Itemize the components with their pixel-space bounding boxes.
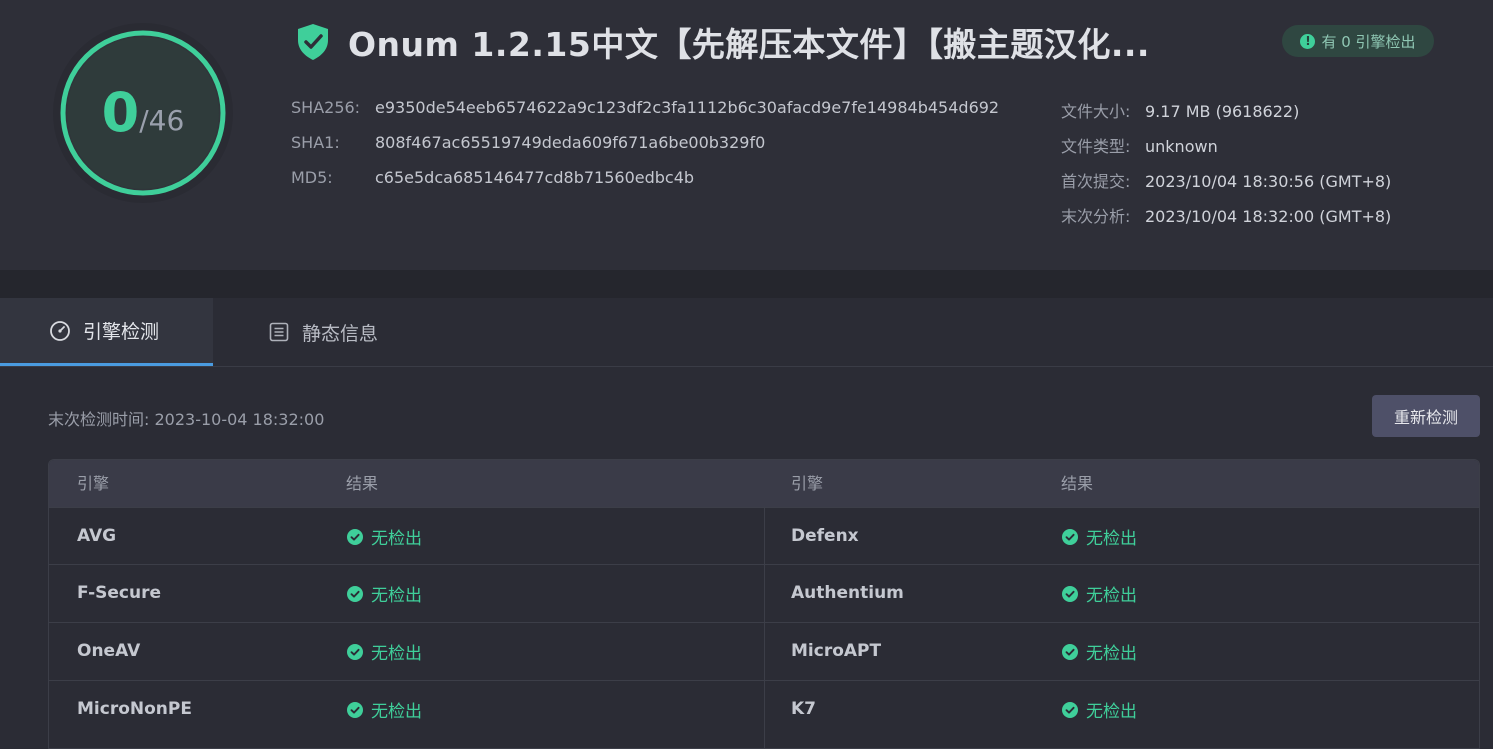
result-label: 无检出 — [1086, 644, 1137, 664]
detection-badge: ! 有 0 引擎检出 — [1282, 25, 1434, 57]
check-circle-icon — [1062, 643, 1078, 660]
last-analysis-row: 末次分析: 2023/10/04 18:32:00 (GMT+8) — [1061, 203, 1391, 227]
title-row: Onum 1.2.15中文【先解压本文件】【搬主题汉化... — [296, 22, 1150, 64]
shield-check-icon — [298, 24, 328, 60]
info-label: 文件大小: — [1061, 102, 1131, 121]
tab-engine-detection[interactable]: 引擎检测 — [0, 298, 213, 366]
check-circle-icon — [347, 643, 363, 660]
tab-bar: 引擎检测 静态信息 — [0, 298, 1493, 367]
engine-result: 无检出 — [1062, 508, 1137, 565]
md5-row: MD5: c65e5dca685146477cd8b71560edbc4b — [291, 168, 694, 187]
hash-value[interactable]: 808f467ac65519749deda609f671a6be00b329f0 — [375, 133, 765, 152]
gauge-icon — [49, 320, 71, 342]
table-header: 引擎 结果 引擎 结果 — [49, 460, 1479, 507]
info-label: 末次分析: — [1061, 207, 1131, 226]
rescan-button[interactable]: 重新检测 — [1372, 395, 1480, 437]
engine-result: 无检出 — [347, 623, 422, 680]
engine-total: /46 — [139, 103, 185, 137]
engine-name: F-Secure — [77, 583, 162, 603]
first-submit-row: 首次提交: 2023/10/04 18:30:56 (GMT+8) — [1061, 168, 1391, 192]
hash-label: SHA256: — [291, 98, 361, 117]
tab-label: 静态信息 — [302, 322, 379, 345]
engine-name: AVG — [77, 526, 117, 546]
file-name-title: Onum 1.2.15中文【先解压本文件】【搬主题汉化... — [348, 25, 1150, 64]
check-circle-icon — [1062, 585, 1078, 602]
engine-name: MicroAPT — [791, 641, 882, 661]
check-circle-icon — [347, 701, 363, 718]
hash-label: SHA1: — [291, 133, 340, 152]
engine-result: 无检出 — [347, 508, 422, 565]
engine-results-table: 引擎 结果 引擎 结果 AVG 无检出 Defenx 无检出 F-Secure … — [48, 459, 1480, 749]
hash-label: MD5: — [291, 168, 333, 187]
info-value: 2023/10/04 18:30:56 (GMT+8) — [1145, 172, 1392, 191]
engine-name: MicroNonPE — [77, 699, 192, 719]
result-label: 无检出 — [371, 702, 422, 722]
column-header-engine: 引擎 — [77, 474, 110, 493]
tab-static-info[interactable]: 静态信息 — [268, 298, 378, 366]
result-label: 无检出 — [1086, 529, 1137, 549]
hash-value[interactable]: e9350de54eeb6574622a9c123df2c3fa1112b6c3… — [375, 98, 999, 117]
result-label: 无检出 — [371, 586, 422, 606]
section-divider — [0, 270, 1493, 298]
engine-result: 无检出 — [1062, 565, 1137, 622]
detection-score-ring: 0 /46 — [50, 20, 236, 206]
result-label: 无检出 — [1086, 586, 1137, 606]
detection-badge-label: 有 0 引擎检出 — [1321, 32, 1416, 51]
detected-count: 0 — [101, 81, 140, 144]
result-label: 无检出 — [1086, 702, 1137, 722]
engine-result: 无检出 — [1062, 681, 1137, 738]
info-value: 9.17 MB (9618622) — [1145, 102, 1300, 121]
check-circle-icon — [347, 585, 363, 602]
info-label: 首次提交: — [1061, 172, 1131, 191]
info-value: 2023/10/04 18:32:00 (GMT+8) — [1145, 207, 1392, 226]
document-list-icon — [268, 321, 290, 343]
engine-result: 无检出 — [347, 681, 422, 738]
sha256-row: SHA256: e9350de54eeb6574622a9c123df2c3fa1… — [291, 98, 999, 117]
check-circle-icon — [347, 528, 363, 545]
column-header-result: 结果 — [346, 474, 379, 493]
last-scan-time: 末次检测时间: 2023-10-04 18:32:00 — [48, 410, 325, 429]
engine-name: OneAV — [77, 641, 141, 661]
check-circle-icon — [1062, 701, 1078, 718]
engine-name: Defenx — [791, 526, 859, 546]
exclamation-icon: ! — [1300, 33, 1316, 49]
check-circle-icon — [1062, 528, 1078, 545]
info-value: unknown — [1145, 137, 1218, 156]
column-divider — [764, 507, 765, 748]
engine-name: Authentium — [791, 583, 904, 603]
result-label: 无检出 — [371, 644, 422, 664]
info-label: 文件类型: — [1061, 137, 1131, 156]
column-header-result: 结果 — [1061, 474, 1094, 493]
hash-value[interactable]: c65e5dca685146477cd8b71560edbc4b — [375, 168, 694, 187]
engine-name: K7 — [791, 699, 817, 719]
sha1-row: SHA1: 808f467ac65519749deda609f671a6be00b… — [291, 133, 765, 152]
tab-label: 引擎检测 — [83, 321, 160, 343]
result-label: 无检出 — [371, 529, 422, 549]
engine-result: 无检出 — [347, 565, 422, 622]
engine-result: 无检出 — [1062, 623, 1137, 680]
column-header-engine: 引擎 — [791, 474, 824, 493]
file-type-row: 文件类型: unknown — [1061, 133, 1218, 157]
file-size-row: 文件大小: 9.17 MB (9618622) — [1061, 98, 1299, 122]
